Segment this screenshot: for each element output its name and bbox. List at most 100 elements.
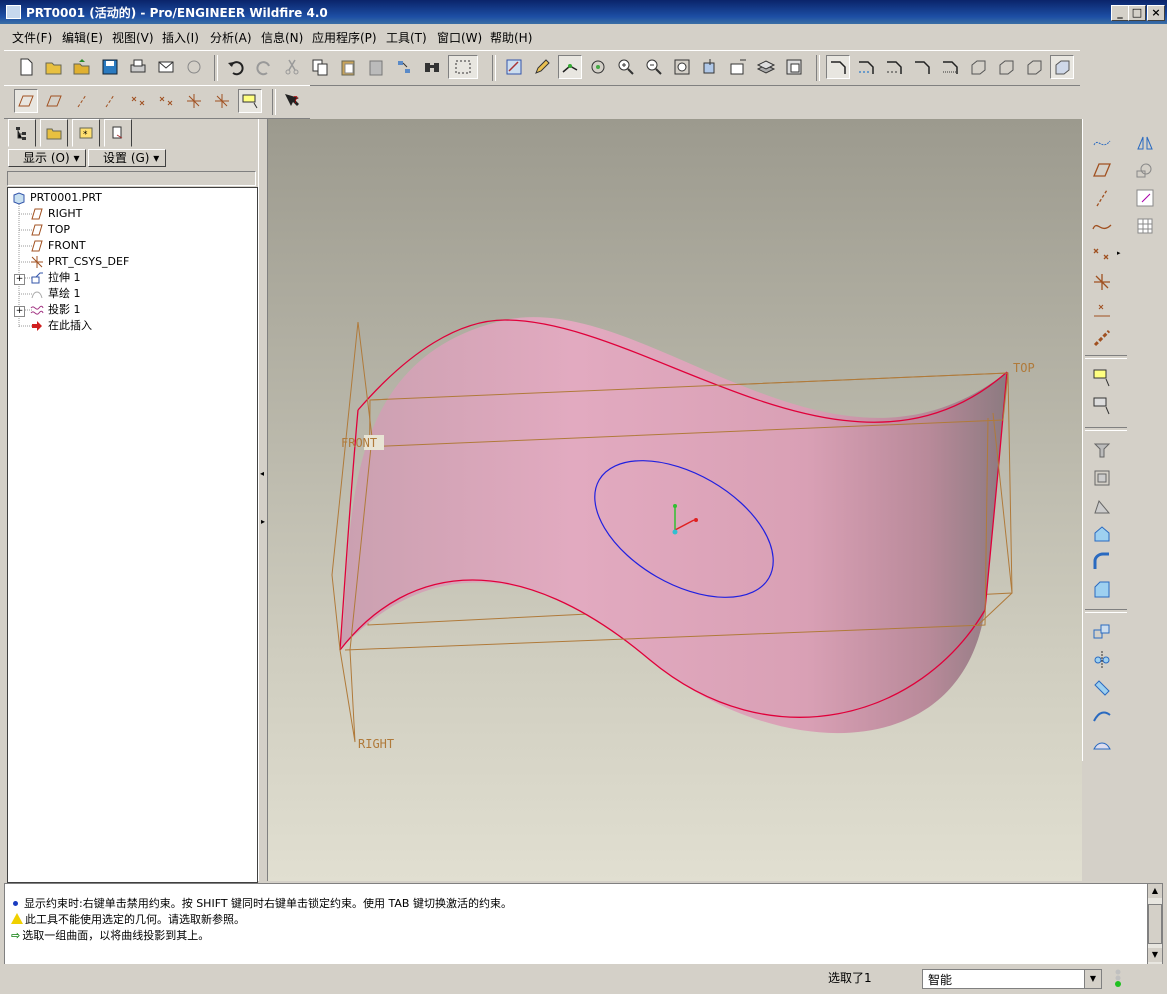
datum-points-button[interactable] <box>126 89 150 113</box>
menu-insert[interactable]: 插入(I) <box>162 29 199 46</box>
open-file-button[interactable] <box>42 55 66 79</box>
selection-box-button[interactable] <box>448 55 478 79</box>
chamfer-tool-button[interactable] <box>1089 549 1115 575</box>
redo-button[interactable] <box>252 55 276 79</box>
menu-applications[interactable]: 应用程序(P) <box>312 29 377 46</box>
hidden-line-button[interactable] <box>854 55 878 79</box>
open-folder-button[interactable] <box>70 55 94 79</box>
menu-window[interactable]: 窗口(W) <box>437 29 482 46</box>
wireframe-button[interactable] <box>910 55 934 79</box>
offset-tool-button[interactable] <box>1089 731 1115 757</box>
datum-csys-tool-button[interactable] <box>1089 269 1115 295</box>
favorites-tab[interactable]: * <box>72 119 100 147</box>
model-tree-tab[interactable] <box>8 119 36 147</box>
saved-views-button[interactable] <box>782 55 806 79</box>
csys-tag-button[interactable] <box>210 89 234 113</box>
settings-dropdown-button[interactable]: 设置 (G) ▾ <box>88 149 166 167</box>
pencil-tool-button[interactable] <box>530 55 554 79</box>
datum-curve-tool-button[interactable] <box>1089 213 1115 239</box>
menu-file[interactable]: 文件(F) <box>12 29 52 46</box>
zoom-out-button[interactable] <box>642 55 666 79</box>
menu-info[interactable]: 信息(N) <box>261 29 303 46</box>
undo-button[interactable] <box>224 55 248 79</box>
datum-point-tool-button[interactable] <box>1089 241 1115 267</box>
flyout-arrow-icon[interactable]: ▸ <box>1117 249 1121 257</box>
datum-axis-button[interactable] <box>70 89 94 113</box>
regenerate-button[interactable] <box>392 55 416 79</box>
collapse-left-icon[interactable]: ◂ <box>260 469 264 478</box>
cut-button[interactable] <box>280 55 304 79</box>
highlight-tool-button[interactable] <box>1132 185 1158 211</box>
copy-geometry-button[interactable] <box>1132 157 1158 183</box>
datum-axis-display-button[interactable] <box>42 89 66 113</box>
datum-sketch-button[interactable] <box>1089 129 1115 155</box>
chevron-down-icon[interactable]: ▼ <box>1084 970 1101 988</box>
show-dropdown-button[interactable]: 显示 (O) ▾ <box>8 149 86 167</box>
zoom-in-button[interactable] <box>614 55 638 79</box>
menu-analysis[interactable]: 分析(A) <box>210 29 252 46</box>
save-button[interactable] <box>98 55 122 79</box>
shading-button[interactable] <box>938 55 962 79</box>
menu-help[interactable]: 帮助(H) <box>490 29 532 46</box>
menu-view[interactable]: 视图(V) <box>112 29 154 46</box>
edge-chamfer-button[interactable] <box>1089 577 1115 603</box>
datum-plane-display-button[interactable] <box>14 89 38 113</box>
model-canvas[interactable]: TOP FRONT RIGHT <box>268 119 1082 881</box>
minimize-button[interactable]: _ <box>1111 5 1129 21</box>
vertices-button[interactable] <box>558 55 582 79</box>
view-iso-button[interactable] <box>966 55 990 79</box>
connections-tab[interactable] <box>104 119 132 147</box>
email-link-button[interactable] <box>182 55 206 79</box>
close-button[interactable]: × <box>1147 5 1165 21</box>
rib-tool-button[interactable] <box>1089 465 1115 491</box>
email-button[interactable] <box>154 55 178 79</box>
view-manager-button[interactable] <box>698 55 722 79</box>
layers-button[interactable] <box>754 55 778 79</box>
menu-edit[interactable]: 编辑(E) <box>62 29 103 46</box>
scroll-thumb[interactable] <box>1148 904 1162 944</box>
sketch-options-button[interactable] <box>1089 393 1115 419</box>
datum-plane-tool-button[interactable] <box>1089 157 1115 183</box>
sketch-button[interactable] <box>502 55 526 79</box>
shaded-view-button[interactable] <box>1050 55 1074 79</box>
folder-browser-tab[interactable] <box>40 119 68 147</box>
selection-filter-dropdown[interactable]: 智能 ▼ <box>922 969 1102 989</box>
trim-tool-button[interactable] <box>1089 675 1115 701</box>
no-hidden-button[interactable] <box>882 55 906 79</box>
paste-special-button[interactable] <box>364 55 388 79</box>
shading-with-edges-button[interactable] <box>826 55 850 79</box>
mirror-geometry-button[interactable] <box>1132 129 1158 155</box>
graphics-window[interactable]: TOP FRONT RIGHT <box>268 119 1082 881</box>
annotation-button[interactable] <box>726 55 750 79</box>
csys-display-button[interactable] <box>182 89 206 113</box>
new-file-button[interactable] <box>14 55 38 79</box>
extend-tool-button[interactable] <box>1089 703 1115 729</box>
datum-points-tag-button[interactable] <box>154 89 178 113</box>
print-button[interactable] <box>126 55 150 79</box>
find-button[interactable] <box>420 55 444 79</box>
shell-tool-button[interactable] <box>1089 437 1115 463</box>
sketch-tool-button[interactable] <box>1089 365 1115 391</box>
pattern-tool-button[interactable] <box>1089 619 1115 645</box>
expand-right-icon[interactable]: ▸ <box>261 517 265 526</box>
datum-axis-tool-button[interactable] <box>1089 185 1115 211</box>
datum-point-display-button[interactable] <box>98 89 122 113</box>
maximize-button[interactable]: □ <box>1128 5 1146 21</box>
view-top-button[interactable] <box>1022 55 1046 79</box>
round-tool-button[interactable] <box>1089 521 1115 547</box>
menu-tools[interactable]: 工具(T) <box>386 29 427 46</box>
message-scrollbar[interactable]: ▲ ▼ <box>1147 883 1163 965</box>
analysis-feature-button[interactable] <box>1089 297 1115 323</box>
scroll-up-icon[interactable]: ▲ <box>1148 884 1162 898</box>
expand-icon[interactable]: + <box>14 306 25 317</box>
paste-button[interactable] <box>336 55 360 79</box>
panel-splitter[interactable]: ◂ ▸ <box>258 119 268 881</box>
context-help-button[interactable]: ? <box>280 89 304 113</box>
copy-button[interactable] <box>308 55 332 79</box>
refit-button[interactable] <box>670 55 694 79</box>
draft-tool-button[interactable] <box>1089 493 1115 519</box>
scroll-down-icon[interactable]: ▼ <box>1148 948 1162 962</box>
expand-icon[interactable]: + <box>14 274 25 285</box>
chain-tool-button[interactable] <box>1089 325 1115 351</box>
annotation-display-button[interactable] <box>238 89 262 113</box>
